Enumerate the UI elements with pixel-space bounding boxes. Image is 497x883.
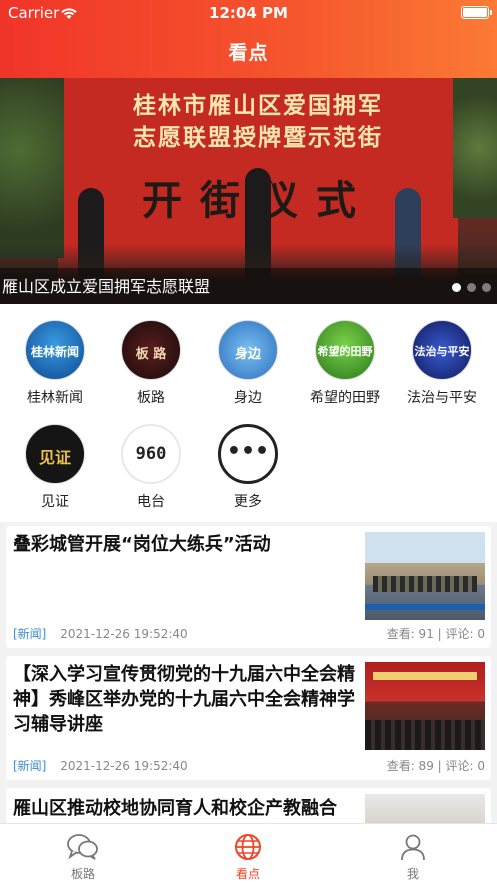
top-bar: Carrier 12:04 PM 看点 <box>0 0 497 78</box>
thumbnail-banner-text <box>373 672 477 680</box>
user-icon <box>401 834 425 861</box>
news-meta: [新闻] 2021-12-26 19:52:40 <box>13 625 188 642</box>
news-time: 2021-12-26 19:52:40 <box>60 759 188 773</box>
channel-diantai[interactable]: 960 电台 <box>101 424 201 511</box>
news-card[interactable]: 叠彩城管开展“岗位大练兵”活动 [新闻] 2021-12-26 19:52:40… <box>6 526 491 648</box>
tab-label: 板路 <box>70 867 95 881</box>
banlu-icon: 板 路 <box>121 320 181 380</box>
banner-caption: 雁山区成立爱国拥军志愿联盟 <box>2 277 211 296</box>
banner-tree <box>0 78 64 258</box>
banner-board-line2: 志愿联盟授牌暨示范街 <box>133 125 383 151</box>
tab-banlu[interactable]: 板路 <box>33 832 133 882</box>
channel-label: 板路 <box>137 390 165 406</box>
status-bar: Carrier 12:04 PM <box>0 3 497 25</box>
more-icon: ••• <box>218 424 278 484</box>
carousel-dot[interactable] <box>467 283 476 292</box>
news-stats: 查看: 89 | 评论: 0 <box>386 759 485 773</box>
battery-icon <box>461 6 492 19</box>
guilin-news-icon: 桂林新闻 <box>25 320 85 380</box>
news-thumbnail <box>365 532 485 620</box>
news-thumbnail <box>365 662 485 750</box>
fazhi-pingan-icon: 法治与平安 <box>412 320 472 380</box>
channel-label: 希望的田野 <box>310 390 380 406</box>
channel-label: 桂林新闻 <box>27 390 83 406</box>
xiwang-tianye-icon: 希望的田野 <box>315 320 375 380</box>
channel-label: 身边 <box>234 390 262 406</box>
channel-banlu[interactable]: 板 路 板路 <box>101 320 201 407</box>
carousel-dot[interactable] <box>482 283 491 292</box>
thumbnail-caption-bar <box>365 604 485 610</box>
news-card[interactable]: 【深入学习宣传贯彻党的十九届六中全会精神】秀峰区举办党的十九届六中全会精神学习辅… <box>6 656 491 780</box>
news-tag[interactable]: [新闻] <box>13 759 46 773</box>
tab-me[interactable]: 我 <box>363 832 463 882</box>
page-title: 看点 <box>228 42 269 64</box>
channel-fazhi-pingan[interactable]: 法治与平安 法治与平安 <box>392 320 492 407</box>
status-time: 12:04 PM <box>209 4 288 22</box>
tab-kandian[interactable]: 看点 <box>198 832 298 882</box>
channel-label: 见证 <box>41 494 69 510</box>
tab-label: 我 <box>406 867 419 881</box>
news-title: 雁山区推动校地协同育人和校企产教融合 <box>13 798 337 819</box>
news-time: 2021-12-26 19:52:40 <box>60 627 188 641</box>
thumbnail-crowd <box>373 576 477 592</box>
news-stats: 查看: 91 | 评论: 0 <box>386 627 485 641</box>
news-title: 【深入学习宣传贯彻党的十九届六中全会精神】秀峰区举办党的十九届六中全会精神学习辅… <box>13 664 355 735</box>
banner-board-line1: 桂林市雁山区爱国拥军 <box>133 93 383 119</box>
shenbian-icon: 身边 <box>218 320 278 380</box>
tab-bar: 板路 看点 我 <box>0 823 497 883</box>
chat-bubbles-icon <box>67 834 98 860</box>
thumbnail-audience <box>365 720 485 750</box>
channel-grid: 桂林新闻 桂林新闻 板 路 板路 身边 身边 希望的田野 希望的田野 法治与平安… <box>0 304 497 522</box>
carousel-dots <box>452 283 491 292</box>
channel-shenbian[interactable]: 身边 身边 <box>198 320 298 407</box>
channel-label: 法治与平安 <box>407 390 477 406</box>
news-tag[interactable]: [新闻] <box>13 627 46 641</box>
news-title: 叠彩城管开展“岗位大练兵”活动 <box>13 534 271 555</box>
jianzheng-icon: 见证 <box>25 424 85 484</box>
tab-label: 看点 <box>235 867 260 881</box>
radio-icon: 960 <box>121 424 181 484</box>
banner-tree <box>453 78 497 218</box>
banner-carousel[interactable]: 桂林市雁山区爱国拥军 志愿联盟授牌暨示范街 开街仪式 雁山区成立爱国拥军志愿联盟 <box>0 78 497 304</box>
channel-jianzheng[interactable]: 见证 见证 <box>5 424 105 511</box>
globe-icon <box>235 834 261 860</box>
channel-label: 电台 <box>137 494 165 510</box>
carousel-dot[interactable] <box>452 283 461 292</box>
news-meta: [新闻] 2021-12-26 19:52:40 <box>13 757 188 774</box>
channel-xiwang-tianye[interactable]: 希望的田野 希望的田野 <box>295 320 395 407</box>
channel-guilin-news[interactable]: 桂林新闻 桂林新闻 <box>5 320 105 407</box>
channel-label: 更多 <box>234 494 262 510</box>
channel-more[interactable]: ••• 更多 <box>198 424 298 511</box>
